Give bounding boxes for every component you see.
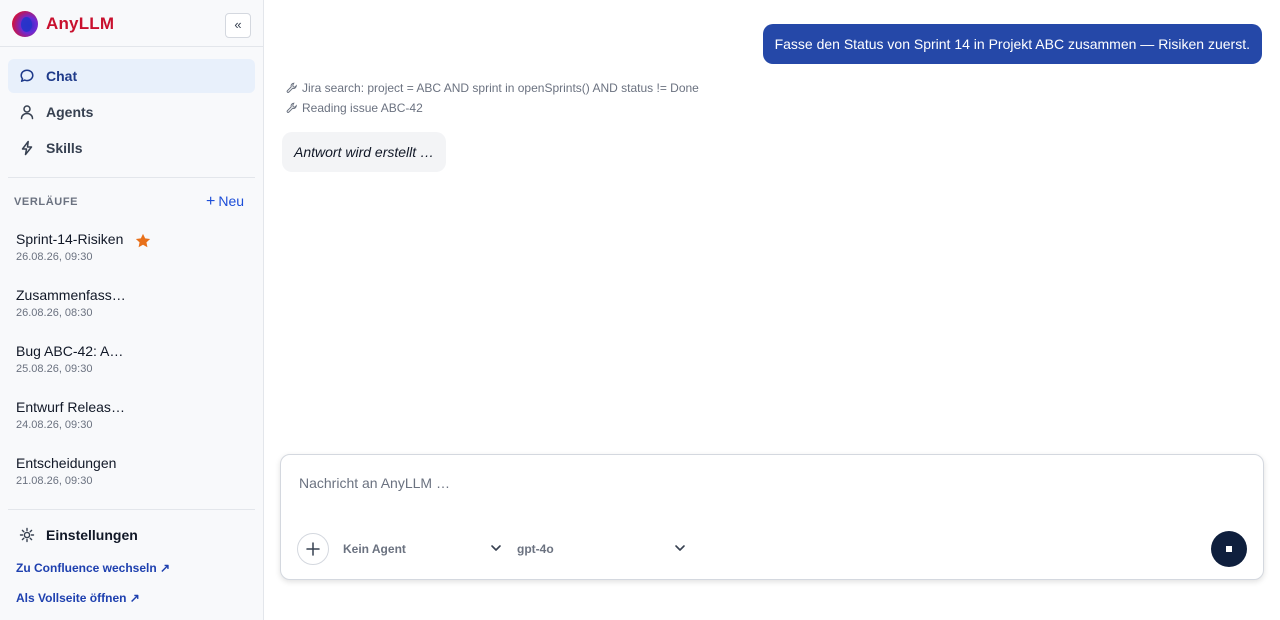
fullpage-link[interactable]: Als Vollseite öffnen ↗ (16, 591, 140, 605)
history-header: VERLÄUFE (14, 196, 79, 208)
message-composer: Kein Agent gpt-4o (280, 454, 1264, 580)
wrench-icon (286, 102, 297, 113)
user-icon (20, 105, 34, 120)
nav-label-agents: Agents (46, 104, 94, 120)
star-icon[interactable] (134, 232, 152, 250)
anyllm-logo-icon (12, 11, 38, 37)
model-select-value: gpt-4o (517, 542, 554, 556)
stop-icon (1226, 546, 1232, 552)
chevron-down-icon (491, 545, 501, 551)
wrench-icon (286, 82, 297, 93)
plus-icon: + (206, 193, 216, 210)
gear-icon (19, 527, 35, 543)
model-select[interactable]: gpt-4o (517, 538, 687, 560)
agent-select[interactable]: Kein Agent (343, 538, 503, 560)
tool-call-line: Jira search: project = ABC AND sprint in… (286, 81, 699, 95)
lightning-icon (21, 140, 33, 156)
collapse-sidebar-button[interactable]: « (225, 13, 251, 38)
history-item-title: Bug ABC-42: Analyse (16, 343, 126, 359)
nav-label-skills: Skills (46, 140, 83, 156)
chat-main: Fasse den Status von Sprint 14 in Projek… (264, 0, 1280, 620)
new-chat-label: Neu (218, 193, 245, 209)
sidebar-divider (8, 177, 255, 178)
history-item[interactable]: Bug ABC-42: Analyse 25.08.26, 09:30 (8, 340, 255, 388)
history-item-date: 26.08.26, 08:30 (16, 307, 93, 319)
sidebar-divider (8, 509, 255, 510)
attach-button[interactable] (297, 533, 329, 565)
history-item[interactable]: Zusammenfassung 26.08.26, 08:30 (8, 284, 255, 332)
settings-label: Einstellungen (46, 527, 138, 543)
history-item-date: 25.08.26, 09:30 (16, 363, 93, 375)
tool-call-line: Reading issue ABC-42 (286, 101, 423, 115)
chevron-down-icon (675, 545, 685, 551)
history-item[interactable]: Sprint-14-Risiken 26.08.26, 09:30 (8, 228, 255, 276)
nav-item-agents[interactable]: Agents (8, 95, 255, 129)
new-chat-button[interactable]: + Neu (206, 193, 244, 211)
history-item[interactable]: Entscheidungen 21.08.26, 09:30 (8, 452, 255, 500)
assistant-status-message: Antwort wird erstellt … (282, 132, 447, 172)
nav-item-chat[interactable]: Chat (8, 59, 255, 93)
user-message: Fasse den Status von Sprint 14 in Projek… (762, 24, 1262, 64)
history-item-date: 26.08.26, 09:30 (16, 251, 93, 263)
nav-label-chat: Chat (46, 68, 78, 84)
app-name: AnyLLM (46, 14, 115, 33)
sidebar: AnyLLM « Chat Agents Skills VERLÄUFE + Ne… (0, 0, 264, 620)
history-item-date: 24.08.26, 09:30 (16, 419, 93, 431)
confluence-link[interactable]: Zu Confluence wechseln ↗ (16, 561, 170, 575)
plus-icon (306, 542, 320, 556)
brand-header: AnyLLM « (0, 0, 263, 47)
chat-bubble-icon (20, 69, 34, 82)
agent-select-value: Kein Agent (343, 542, 406, 556)
history-item-title: Zusammenfassung (16, 287, 126, 303)
stop-generation-button[interactable] (1211, 531, 1247, 567)
tool-call-text: Reading issue ABC-42 (302, 101, 423, 115)
history-item-date: 21.08.26, 09:30 (16, 475, 93, 487)
history-item-title: Entscheidungen (16, 455, 117, 471)
message-input[interactable] (299, 475, 1239, 515)
settings-button[interactable]: Einstellungen (8, 520, 255, 550)
history-item-title: Sprint-14-Risiken (16, 231, 124, 247)
history-item[interactable]: Entwurf Release-Notes 24.08.26, 09:30 (8, 396, 255, 444)
tool-call-text: Jira search: project = ABC AND sprint in… (302, 81, 699, 95)
history-item-title: Entwurf Release-Notes (16, 399, 126, 415)
nav-item-skills[interactable]: Skills (8, 131, 255, 165)
